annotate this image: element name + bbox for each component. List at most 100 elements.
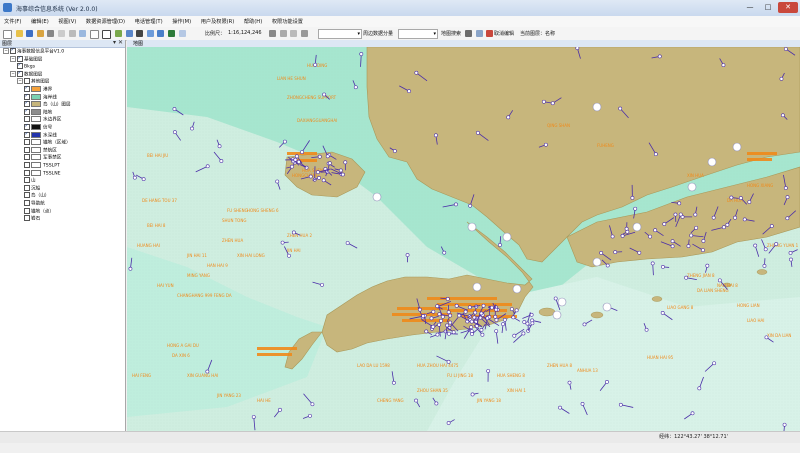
vessel-icon[interactable] [657, 54, 662, 59]
ship-label[interactable]: XIN HUA [687, 173, 704, 178]
layer-checkbox[interactable] [24, 100, 30, 108]
menu-help[interactable]: 帮助(H) [240, 16, 266, 25]
ship-label[interactable]: XIN GUANG HAI [187, 373, 218, 378]
ship-label[interactable]: LIAO GANG 8 [667, 305, 694, 310]
layer-row[interactable]: 锚地（点） [24, 207, 54, 214]
vessel-icon[interactable] [431, 324, 435, 329]
layer-row[interactable]: 海岸线 [24, 93, 57, 100]
edit-vertex-icon[interactable] [279, 30, 287, 37]
vessel-icon[interactable] [650, 261, 655, 266]
vessel-icon[interactable] [173, 130, 177, 135]
vessel-icon[interactable] [764, 335, 769, 340]
vessel-icon[interactable] [605, 379, 609, 384]
vessel-icon[interactable] [630, 195, 635, 200]
vessel-icon[interactable] [190, 126, 194, 131]
layer-row[interactable]: 导助航 [24, 200, 45, 207]
anchorage-icon[interactable] [592, 257, 602, 267]
save-icon[interactable] [26, 30, 34, 37]
ship-label[interactable]: ZHEN HUA 2 [287, 233, 312, 238]
vessel-icon[interactable] [774, 242, 779, 246]
vessel-icon[interactable] [447, 331, 451, 336]
ship-label[interactable]: XIN HAI LONG [237, 253, 265, 258]
vessel-icon[interactable] [454, 303, 459, 308]
layer-checkbox[interactable] [24, 123, 30, 130]
layer-checkbox[interactable] [24, 215, 30, 222]
layer-row[interactable]: 岩石 [24, 215, 40, 222]
layer-checkbox[interactable] [17, 62, 23, 70]
vessel-icon[interactable] [468, 203, 473, 208]
vessel-icon[interactable] [320, 282, 324, 287]
panel-close-icon[interactable]: ▾ ✕ [113, 39, 123, 46]
vessel-icon[interactable] [690, 411, 695, 416]
layer-checkbox[interactable] [17, 70, 23, 77]
anchorage-icon[interactable] [557, 297, 567, 307]
vessel-icon[interactable] [287, 253, 291, 258]
vessel-icon[interactable] [446, 359, 451, 364]
ship-label[interactable]: CHANGHANG 999 FENG DA [177, 293, 232, 298]
layer-row[interactable]: 沉船 [24, 184, 40, 191]
ship-label[interactable]: HUA SHENG 8 [497, 373, 525, 378]
ship-label[interactable]: HAI YUN [157, 283, 174, 288]
vessel-icon[interactable] [637, 250, 642, 255]
vessel-icon[interactable] [392, 380, 396, 385]
full-extent-icon[interactable] [167, 30, 175, 37]
vessel-icon[interactable] [502, 317, 507, 322]
anchorage-icon[interactable] [687, 182, 697, 192]
vessel-icon[interactable] [697, 386, 702, 391]
vessel-icon[interactable] [725, 222, 730, 227]
vessel-icon[interactable] [338, 168, 343, 173]
layer-checkbox[interactable] [24, 108, 30, 115]
vessel-icon[interactable] [785, 216, 790, 221]
add-data-icon[interactable] [114, 30, 122, 37]
vessel-icon[interactable] [738, 196, 743, 200]
vessel-icon[interactable] [434, 401, 439, 406]
text-icon[interactable] [89, 30, 99, 39]
layer-row[interactable]: − 海事数据信息平台V1.0 [3, 47, 64, 55]
vessel-icon[interactable] [469, 319, 474, 324]
ship-label[interactable]: DA LIAN SHENG [697, 288, 729, 293]
measure-icon[interactable] [269, 30, 276, 37]
vessel-icon[interactable] [660, 311, 665, 315]
layer-row[interactable]: 禁航区 [24, 146, 57, 153]
vessel-icon[interactable] [275, 179, 280, 184]
vessel-icon[interactable] [132, 175, 137, 180]
vessel-icon[interactable] [733, 215, 737, 220]
vessel-icon[interactable] [781, 113, 785, 118]
ship-label[interactable]: QING SHAN [547, 123, 570, 128]
vessel-icon[interactable] [575, 47, 580, 51]
layer-checkbox[interactable] [24, 146, 30, 153]
vessel-icon[interactable] [172, 107, 177, 111]
vessel-icon[interactable] [445, 297, 450, 301]
vessel-icon[interactable] [633, 206, 638, 211]
ship-label[interactable]: JIN HAI 11 [186, 253, 207, 258]
vessel-icon[interactable] [424, 329, 429, 334]
layer-row[interactable]: 锚地（区域） [24, 139, 71, 146]
vessel-icon[interactable] [553, 296, 558, 301]
menu-users[interactable]: 用户及权限(R) [197, 16, 239, 25]
layer-checkbox[interactable] [24, 139, 30, 146]
vessel-icon[interactable] [437, 312, 442, 317]
vessel-icon[interactable] [489, 305, 494, 310]
select-icon[interactable] [125, 30, 133, 37]
ship-label[interactable]: DA XIN 6 [172, 353, 190, 358]
vessel-icon[interactable] [442, 250, 447, 255]
vessel-icon[interactable] [653, 152, 658, 157]
vessel-icon[interactable] [721, 63, 726, 68]
vessel-icon[interactable] [345, 241, 350, 245]
vessel-icon[interactable] [779, 76, 784, 81]
vessel-icon[interactable] [782, 422, 787, 427]
vessel-icon[interactable] [644, 327, 649, 332]
ship-label[interactable]: HAI FENG [132, 373, 151, 378]
vessel-icon[interactable] [470, 392, 475, 397]
vessel-icon[interactable] [290, 164, 294, 169]
vessel-icon[interactable] [625, 229, 630, 234]
menu-view[interactable]: 视图(V) [54, 16, 80, 25]
vessel-icon[interactable] [670, 239, 675, 244]
layer-checkbox[interactable] [10, 47, 16, 54]
vessel-icon[interactable] [291, 230, 296, 235]
vessel-icon[interactable] [418, 307, 422, 312]
layer-checkbox[interactable] [24, 93, 30, 100]
vessel-icon[interactable] [205, 369, 210, 374]
layer-row[interactable]: Bkgs [17, 62, 35, 70]
vessel-icon[interactable] [694, 225, 699, 230]
